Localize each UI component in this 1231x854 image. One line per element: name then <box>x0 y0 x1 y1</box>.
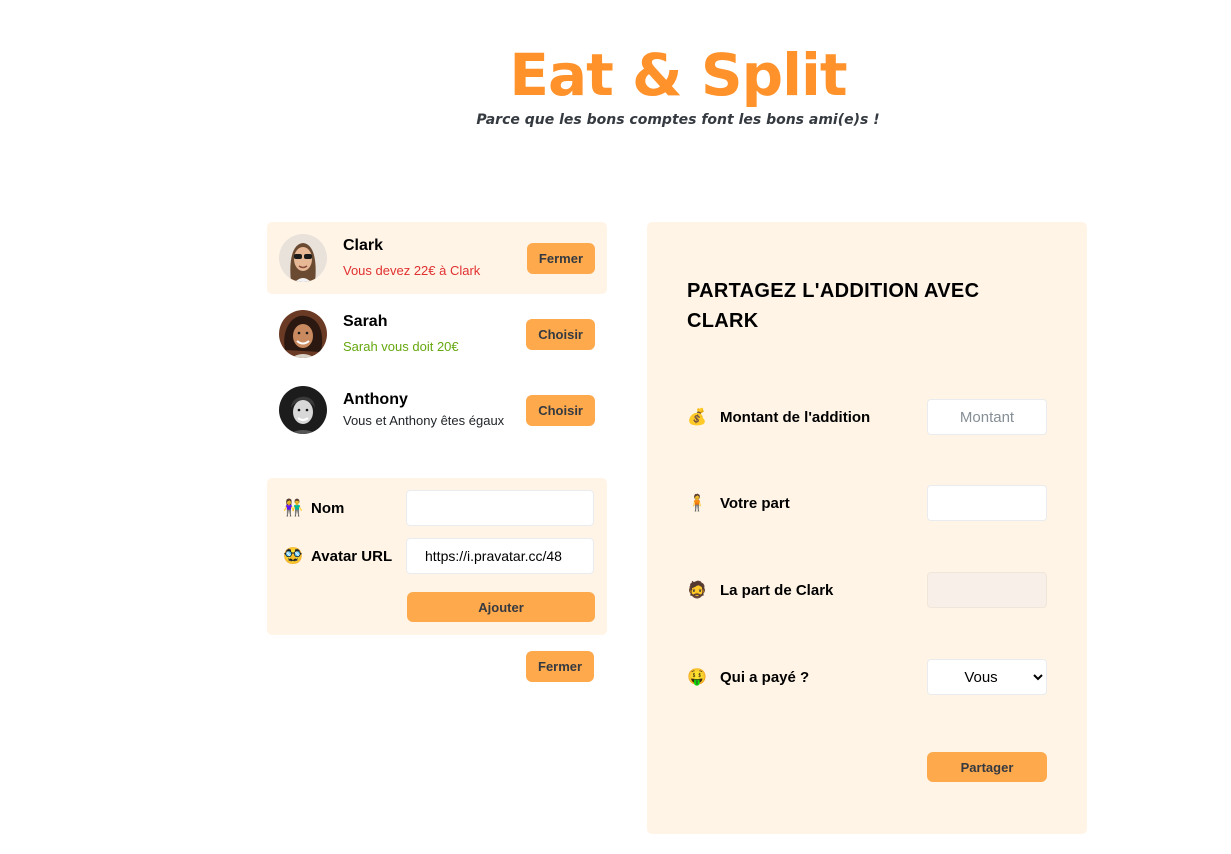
friend-share-label: La part de Clark <box>720 581 834 599</box>
your-share-label: Votre part <box>720 494 790 512</box>
select-friend-button[interactable]: Choisir <box>526 318 595 350</box>
avatar-url-input[interactable] <box>406 538 594 574</box>
avatar <box>279 386 327 434</box>
friend-item-sarah[interactable]: Sarah Sarah vous doit 20€ Choisir <box>267 298 607 370</box>
select-friend-button[interactable]: Choisir <box>526 394 595 426</box>
header: Eat & Split Parce que les bons comptes f… <box>0 40 1231 128</box>
disguise-face-icon: 🥸 <box>283 548 303 565</box>
friend-name: Sarah <box>343 312 388 330</box>
person-icon: 🧍 <box>687 495 707 512</box>
avatar <box>279 310 327 358</box>
friend-item-anthony[interactable]: Anthony Vous et Anthony êtes égaux Chois… <box>267 374 607 446</box>
people-icon: 👫 <box>283 500 303 517</box>
split-bill-form: PARTAGEZ L'ADDITION AVEC CLARK 💰 Montant… <box>647 222 1087 834</box>
friend-name: Anthony <box>343 390 408 408</box>
friend-balance: Vous et Anthony êtes égaux <box>343 412 505 428</box>
bill-input[interactable] <box>927 399 1047 435</box>
close-form-button[interactable]: Fermer <box>526 651 595 682</box>
man-icon: 🧔 <box>687 582 707 599</box>
friend-balance: Vous devez 22€ à Clark <box>343 262 481 278</box>
split-form-title: PARTAGEZ L'ADDITION AVEC CLARK <box>687 280 980 332</box>
add-friend-form: 👫 Nom 🥸 Avatar URL Ajouter <box>267 478 607 635</box>
avatar <box>279 234 327 282</box>
friends-list: Clark Vous devez 22€ à Clark Fermer Sara… <box>267 222 607 450</box>
add-friend-button[interactable]: Ajouter <box>407 592 595 622</box>
money-face-icon: 🤑 <box>687 669 707 686</box>
friend-item-clark[interactable]: Clark Vous devez 22€ à Clark Fermer <box>267 222 607 294</box>
friend-name: Clark <box>343 236 384 254</box>
payer-select[interactable]: Vous <box>927 659 1047 695</box>
friend-balance: Sarah vous doit 20€ <box>343 338 459 354</box>
bill-label: Montant de l'addition <box>720 408 871 426</box>
your-share-input[interactable] <box>927 485 1047 521</box>
name-label: Nom <box>311 499 345 517</box>
friend-share-input <box>927 572 1047 608</box>
money-bag-icon: 💰 <box>687 409 707 426</box>
app-title: Eat & Split <box>509 41 847 109</box>
app-subtitle: Parce que les bons comptes font les bons… <box>476 112 880 128</box>
avatar-url-label: Avatar URL <box>311 547 393 565</box>
close-friend-button[interactable]: Fermer <box>526 242 595 274</box>
friend-name-input[interactable] <box>406 490 594 526</box>
payer-label: Qui a payé ? <box>720 668 810 686</box>
split-bill-button[interactable]: Partager <box>927 752 1047 782</box>
